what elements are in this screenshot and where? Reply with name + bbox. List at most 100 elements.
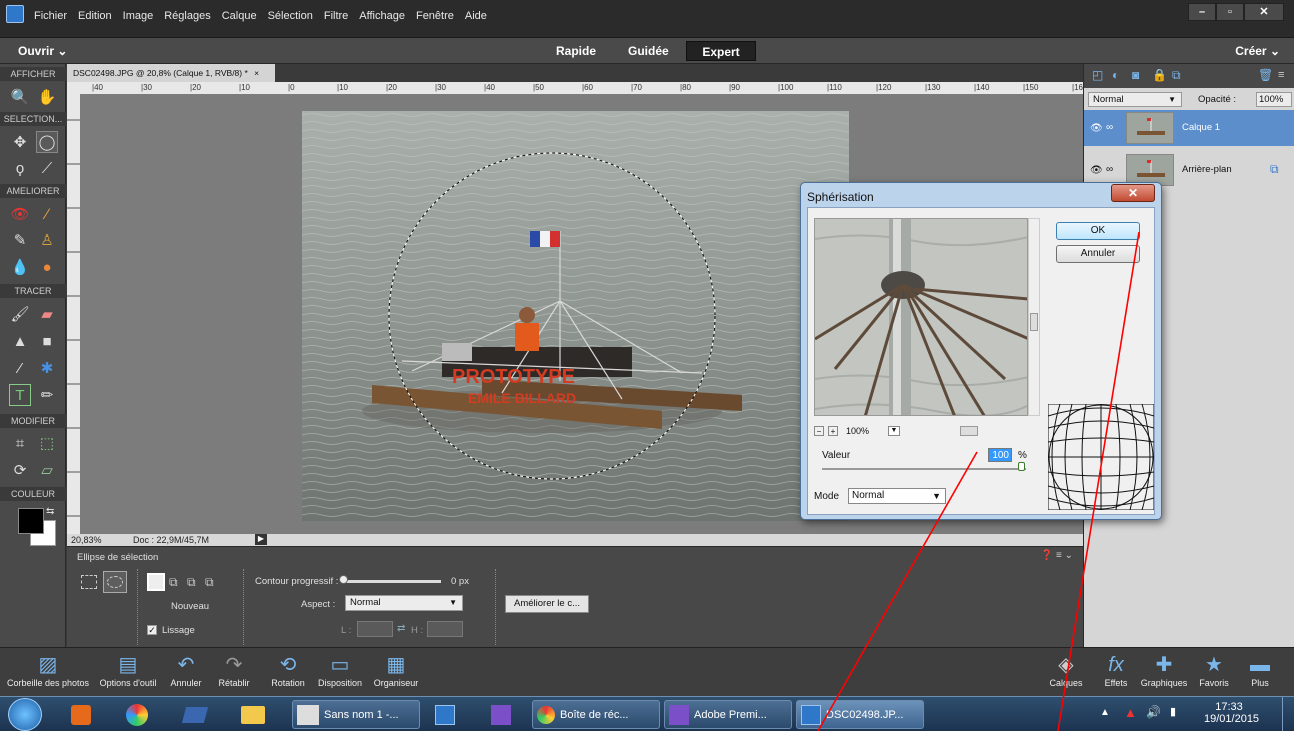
zoom-level[interactable]: 20,83% (71, 535, 102, 545)
menu-filtre[interactable]: Filtre (324, 10, 348, 22)
book-icon[interactable] (178, 700, 212, 729)
elements-organizer-icon[interactable] (428, 700, 462, 729)
recompose-tool-icon[interactable]: ⬚ (36, 432, 58, 454)
rotation-button[interactable]: ⟲ Rotation (264, 652, 312, 688)
spot-healing-tool-icon[interactable]: ∕ (36, 203, 58, 225)
value-slider-thumb[interactable] (1018, 462, 1025, 471)
cancel-button[interactable]: Annuler (1056, 245, 1140, 263)
menu-fenetre[interactable]: Fenêtre (416, 10, 454, 22)
link-icon[interactable]: ∞ (1106, 164, 1113, 175)
contour-slider-thumb[interactable] (339, 575, 348, 584)
width-input[interactable] (357, 621, 393, 637)
lock-icon[interactable]: 🔒 (1152, 68, 1167, 82)
ellipse-select-option[interactable] (103, 571, 127, 593)
content-move-tool-icon[interactable]: ⟳ (9, 459, 31, 481)
mode-select[interactable]: Normal ▼ (848, 488, 946, 504)
photo-canvas[interactable]: PROTOTYPE EMILE BILLARD (302, 111, 849, 521)
menu-calque[interactable]: Calque (222, 10, 257, 22)
layer-lock-icon[interactable]: ⧉ (1270, 162, 1279, 177)
adjustment-layer-icon[interactable]: ◐ (1112, 68, 1119, 82)
taskbar-item[interactable]: Adobe Premi... (664, 700, 792, 729)
text-tool-icon[interactable]: T (9, 384, 31, 406)
ameliorer-contour-button[interactable]: Améliorer le c... (505, 595, 589, 613)
tray-chevron-icon[interactable]: ▲ (1100, 707, 1110, 718)
move-tool-icon[interactable]: ✥ (9, 131, 31, 153)
options-help-icon[interactable]: ❓ ≡ ⌄ (1041, 550, 1073, 561)
contour-slider[interactable] (341, 580, 441, 583)
mode-guidee-tab[interactable]: Guidée (614, 41, 683, 61)
menu-reglages[interactable]: Réglages (164, 10, 210, 22)
blur-tool-icon[interactable]: 💧 (9, 256, 31, 278)
start-button[interactable] (8, 698, 42, 731)
ok-button[interactable]: OK (1056, 222, 1140, 240)
lasso-tool-icon[interactable]: ϙ (9, 157, 31, 179)
premiere-elements-icon[interactable] (484, 700, 518, 729)
menu-image[interactable]: Image (123, 10, 154, 22)
menu-fichier[interactable]: Fichier (34, 10, 67, 22)
open-button[interactable]: Ouvrir ⌄ (18, 44, 67, 58)
favorites-button[interactable]: ★ Favoris (1194, 652, 1234, 688)
red-eye-tool-icon[interactable]: 👁 (9, 203, 31, 225)
minimize-button[interactable]: – (1188, 3, 1216, 21)
explorer-icon[interactable] (236, 700, 270, 729)
effects-button[interactable]: fx Effets (1096, 652, 1136, 688)
zoom-dropdown-icon[interactable]: ▼ (888, 426, 900, 436)
intersect-selection-icon[interactable]: ⧉ (205, 575, 214, 590)
photo-bin-button[interactable]: ▨ Corbeille des photos (4, 652, 92, 688)
quick-select-tool-icon[interactable]: ⟋ (36, 157, 58, 179)
show-desktop-button[interactable] (1282, 697, 1294, 731)
lissage-checkbox[interactable]: ✓ (147, 625, 157, 635)
smart-brush-tool-icon[interactable]: ✎ (9, 229, 31, 251)
paint-bucket-tool-icon[interactable]: ▲ (9, 330, 31, 352)
status-menu-icon[interactable]: ▶ (255, 534, 267, 545)
value-slider[interactable] (822, 468, 1026, 470)
tray-alert-icon[interactable]: ▲ (1124, 705, 1137, 720)
mode-rapide-tab[interactable]: Rapide (542, 41, 610, 61)
taskbar-item-active[interactable]: DSC02498.JP... (796, 700, 924, 729)
layer-row[interactable]: 👁 ∞ Calque 1 (1084, 110, 1294, 146)
panel-menu-icon[interactable]: ≡ (1278, 69, 1284, 81)
swap-colors-icon[interactable]: ⇆ (46, 506, 54, 517)
opacity-input[interactable]: 100% (1256, 92, 1292, 107)
trash-icon[interactable]: 🗑 (1258, 68, 1273, 82)
menu-aide[interactable]: Aide (465, 10, 487, 22)
subtract-selection-icon[interactable]: ⧉ (187, 575, 196, 590)
blend-mode-select[interactable]: Normal ▼ (1088, 92, 1182, 107)
brush-tool-icon[interactable]: 🖌 (9, 303, 31, 325)
taskbar-item[interactable]: Boîte de réc... (532, 700, 660, 729)
create-button[interactable]: Créer ⌄ (1235, 44, 1280, 58)
mask-icon[interactable]: ◙ (1132, 68, 1139, 82)
mode-expert-tab[interactable]: Expert (686, 41, 756, 61)
value-input[interactable]: 100 (988, 448, 1012, 462)
document-tab[interactable]: DSC02498.JPG @ 20,8% (Calque 1, RVB/8) *… (67, 64, 275, 82)
pencil-tool-icon[interactable]: ✏ (36, 384, 58, 406)
filter-preview[interactable] (814, 218, 1028, 416)
eraser-tool-icon[interactable]: ▰ (36, 303, 58, 325)
close-window-button[interactable]: ✕ (1244, 3, 1284, 21)
picasa-icon[interactable] (120, 700, 154, 729)
ellipse-select-tool-icon[interactable]: ◯ (36, 131, 58, 153)
lock-all-icon[interactable]: ⧉ (1172, 68, 1181, 83)
eye-icon[interactable]: 👁 (1090, 165, 1103, 176)
clock[interactable]: 17:33 19/01/2015 (1204, 701, 1259, 725)
menu-selection[interactable]: Sélection (268, 10, 313, 22)
graphics-button[interactable]: ✚ Graphiques (1136, 652, 1192, 688)
media-player-icon[interactable] (64, 700, 98, 729)
undo-button[interactable]: ↶ Annuler (164, 652, 208, 688)
redo-button[interactable]: ↷ Rétablir (212, 652, 256, 688)
zoom-in-button[interactable]: + (828, 426, 838, 436)
organizer-button[interactable]: ▦ Organiseur (368, 652, 424, 688)
layers-button[interactable]: ◈ Calques (1044, 652, 1088, 688)
preview-vertical-scrollbar[interactable] (1028, 218, 1040, 416)
height-input[interactable] (427, 621, 463, 637)
scroll-thumb[interactable] (1030, 313, 1038, 331)
aspect-select[interactable]: Normal ▼ (345, 595, 463, 611)
more-button[interactable]: ▬ Plus (1240, 652, 1280, 688)
custom-shape-tool-icon[interactable]: ✱ (36, 357, 58, 379)
horizontal-scroll-thumb[interactable] (960, 426, 978, 436)
maximize-button[interactable]: ▫ (1216, 3, 1244, 21)
rect-select-icon[interactable] (81, 575, 97, 589)
crop-tool-icon[interactable]: ⌗ (9, 432, 31, 454)
layout-button[interactable]: ▭ Disposition (312, 652, 368, 688)
foreground-color-swatch[interactable] (18, 508, 44, 534)
